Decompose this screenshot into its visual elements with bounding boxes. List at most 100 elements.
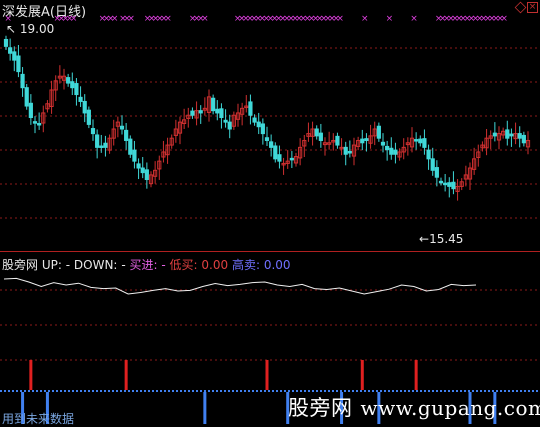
buy-signal-bar (29, 360, 33, 390)
candle-body (277, 154, 282, 162)
candle-body (90, 128, 96, 135)
candle-body (418, 138, 423, 144)
candle-body (256, 121, 261, 128)
candle-body (223, 119, 228, 123)
candle-body (422, 138, 427, 148)
candle-body (380, 141, 386, 146)
x-marker: × (70, 14, 78, 24)
candle-body (443, 182, 448, 186)
candle-body (20, 73, 25, 89)
candle-body (426, 149, 431, 160)
candle-body (37, 122, 42, 126)
x-marker: × (500, 14, 508, 24)
candle-body (314, 128, 319, 137)
candle-body (248, 101, 253, 116)
candle-body (343, 146, 348, 155)
candle-body (144, 169, 149, 180)
candle-body (28, 102, 33, 119)
high-price-label: ↖ 19.00 (6, 22, 54, 36)
buy-signal-bar (360, 360, 364, 390)
down-label: DOWN: (73, 258, 118, 272)
up-value: - (65, 258, 71, 272)
candle-body (227, 121, 232, 130)
candle-body (521, 134, 526, 144)
candle-body (24, 87, 29, 107)
candle-body (136, 163, 141, 169)
candle-body (318, 132, 323, 141)
x-marker: × (127, 14, 135, 24)
candle-body (273, 145, 278, 160)
low-arrow-icon: ← (419, 232, 430, 246)
candle-body (140, 167, 145, 174)
watermark-cn: 股旁网 (288, 396, 353, 420)
low-price-label: ←15.45 (419, 232, 463, 246)
candle-body (385, 145, 390, 151)
candle-body (128, 138, 133, 155)
buy-signal-bar (414, 360, 418, 390)
high-price-value: 19.00 (19, 22, 55, 36)
x-marker: × (361, 14, 369, 24)
candle-body (78, 96, 83, 102)
candle-body (95, 134, 100, 148)
high-sell-label: 高卖: (231, 258, 260, 272)
candle-body (414, 139, 419, 142)
x-marker: × (164, 14, 172, 24)
candle-body (509, 133, 514, 137)
candle-body (430, 158, 435, 171)
candles (3, 35, 531, 201)
candle-body (86, 109, 91, 125)
candle-body (347, 150, 352, 154)
candle-body (269, 141, 274, 148)
candle-body (124, 129, 129, 141)
x-marker: × (410, 14, 418, 24)
candle-body (451, 181, 456, 190)
candle-body (360, 138, 365, 144)
candle-body (264, 137, 270, 141)
footer-note: 用到未来数据 (2, 412, 75, 426)
candle-body (82, 100, 87, 114)
buy-signal-bar (124, 360, 128, 390)
x-marker: × (386, 14, 394, 24)
candle-body (389, 147, 394, 155)
candle-body (211, 97, 216, 112)
candle-body (215, 108, 220, 114)
candle-body (16, 55, 21, 73)
candle-body (376, 125, 381, 139)
x-marker: × (336, 14, 344, 24)
buy-value: - (161, 258, 166, 272)
candle-body (190, 110, 195, 116)
indicator-name: 股旁网 (2, 258, 39, 272)
candle-body (74, 83, 79, 96)
candle-body (119, 125, 125, 130)
candle-body (393, 149, 398, 155)
candle-body (219, 108, 224, 119)
x-marker: × (111, 14, 119, 24)
candle-body (492, 132, 497, 137)
candle-body (252, 117, 257, 123)
low-buy-label: 低买: (169, 258, 198, 272)
low-buy-value: 0.00 (201, 258, 229, 272)
candle-body (364, 138, 369, 141)
low-price-value: 15.45 (429, 232, 464, 246)
candle-body (198, 110, 203, 114)
candle-body (260, 123, 265, 135)
up-label: UP: (41, 258, 62, 272)
down-value: - (121, 258, 126, 272)
candle-body (8, 47, 13, 54)
x-marker: × (201, 14, 209, 24)
x-markers: × ××××× ×××× ××× ×××××× ×××× ×××××××××××××××××… (4, 14, 508, 24)
candle-body (289, 157, 294, 161)
candle-body (505, 129, 510, 139)
indicator-legend: 股旁网 UP: - DOWN: - 买进: - 低买: 0.00 高卖: 0.0… (2, 256, 291, 273)
chart-canvas[interactable]: × ××××× ×××× ××× ×××××× ×××× ×××××××××××××××××… (0, 0, 540, 427)
sell-signal-bar (203, 392, 207, 424)
candle-body (438, 180, 444, 184)
candle-body (12, 51, 17, 61)
watermark: 股旁网 www.gupang.com (288, 392, 540, 422)
candle-body (132, 149, 137, 162)
candle-body (434, 167, 439, 178)
candle-body (32, 121, 38, 124)
candle-body (3, 38, 9, 47)
candle-body (99, 145, 104, 148)
candle-body (70, 81, 75, 89)
